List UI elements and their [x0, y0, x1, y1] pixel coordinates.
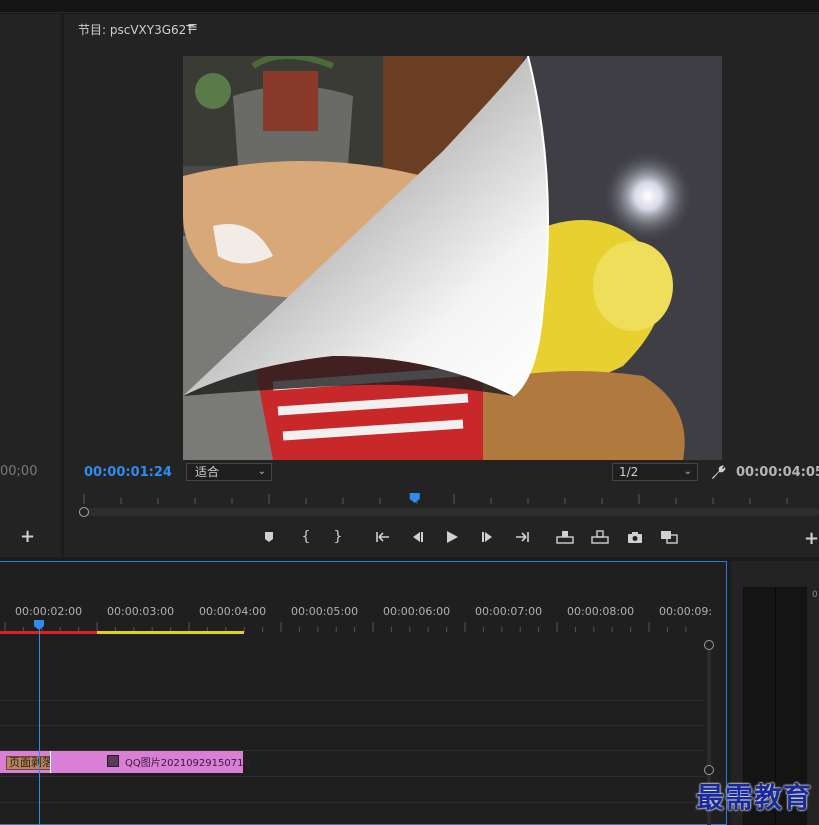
current-timecode[interactable]: 00:00:01:24: [84, 465, 172, 480]
meter-tick-label: 0: [812, 590, 818, 600]
scroll-handle-bottom[interactable]: [704, 765, 714, 775]
timeline-ruler-label: 00:00:09:: [659, 605, 713, 618]
monitor-playhead[interactable]: [409, 493, 420, 503]
source-timecode: 00;00: [0, 464, 38, 479]
zoom-level-value: 适合: [195, 465, 220, 479]
video-preview: [183, 56, 722, 460]
timeline-ruler-label: 00:00:02:00: [15, 605, 83, 618]
track-divider: [0, 776, 705, 777]
duration-timecode: 00:00:04:05: [736, 465, 819, 480]
timeline-ruler-label: 00:00:04:00: [199, 605, 267, 618]
step-forward-icon[interactable]: [476, 526, 500, 548]
in-point-icon[interactable]: {: [294, 526, 318, 548]
chevron-down-icon: ⌄: [683, 466, 692, 477]
playback-resolution-select[interactable]: 1/2 ⌄: [612, 463, 698, 481]
work-area-unrendered-bar: [97, 631, 244, 634]
out-point-icon[interactable]: }: [326, 526, 350, 548]
video-frame-image: [183, 56, 722, 460]
hamburger-icon[interactable]: ≡: [187, 20, 198, 35]
fx-icon: [107, 755, 119, 767]
comparison-icon[interactable]: [657, 526, 681, 548]
image-clip-label: QQ图片20210929150719.: [125, 758, 253, 769]
chevron-down-icon: ⌄: [257, 466, 266, 477]
track-divider: [0, 802, 705, 803]
resolution-value: 1/2: [619, 465, 639, 479]
lift-icon[interactable]: [553, 526, 577, 548]
timeline-ruler-label: 00:00:03:00: [107, 605, 175, 618]
timeline-playhead[interactable]: [33, 619, 45, 631]
marker-icon[interactable]: [257, 526, 281, 548]
monitor-time-ruler[interactable]: [76, 492, 819, 504]
timeline-playhead-line: [39, 630, 40, 825]
timeline-ruler-label: 00:00:05:00: [291, 605, 359, 618]
top-strip: [0, 0, 819, 13]
work-area-rendered-bar: [0, 631, 97, 634]
extract-icon[interactable]: [588, 526, 612, 548]
panel-title[interactable]: 节目: pscVXY3G62T: [78, 21, 194, 38]
scrub-bar[interactable]: [84, 508, 819, 516]
go-to-in-icon[interactable]: [371, 526, 395, 548]
camera-icon[interactable]: [623, 526, 647, 548]
wrench-icon[interactable]: [709, 463, 727, 481]
transport-controls: {}: [255, 526, 695, 548]
timeline-ruler-label: 00:00:06:00: [383, 605, 451, 618]
watermark: 最需教育: [696, 781, 813, 814]
play-icon[interactable]: [440, 526, 464, 548]
timeline-ruler-label: 00:00:07:00: [475, 605, 543, 618]
go-to-out-icon[interactable]: [510, 526, 534, 548]
timeline-panel: [0, 561, 727, 825]
button-editor-button[interactable]: +: [804, 528, 819, 549]
scrub-handle[interactable]: [79, 507, 89, 517]
scroll-handle-top[interactable]: [704, 640, 714, 650]
track-divider: [0, 725, 705, 726]
source-add-button[interactable]: +: [20, 526, 35, 547]
timeline-ruler-label: 00:00:08:00: [567, 605, 635, 618]
zoom-level-select[interactable]: 适合 ⌄: [186, 463, 272, 481]
step-back-icon[interactable]: [405, 526, 429, 548]
track-divider: [0, 700, 705, 701]
